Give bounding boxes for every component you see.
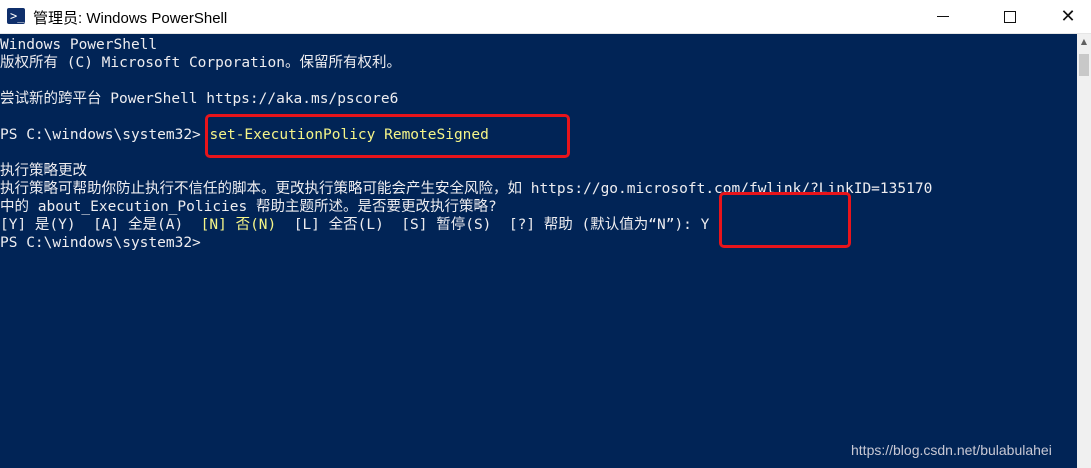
maximize-icon bbox=[1004, 10, 1016, 23]
watermark: https://blog.csdn.net/bulabulahei bbox=[851, 442, 1052, 458]
console-line: 版权所有 (C) Microsoft Corporation。保留所有权利。 bbox=[0, 55, 401, 71]
choice-no-all: [L] 全否(L) bbox=[276, 217, 402, 233]
scroll-up-icon[interactable]: ▲ bbox=[1077, 34, 1091, 48]
choice-no-default: [N] 否(N) bbox=[200, 217, 277, 233]
answer-highlight-box bbox=[719, 192, 851, 248]
choice-all: [A] 全是(A) bbox=[93, 217, 201, 233]
console-output[interactable]: Windows PowerShell 版权所有 (C) Microsoft Co… bbox=[0, 34, 1077, 468]
minimize-icon bbox=[937, 16, 949, 17]
choice-help-answer: [?] 帮助 (默认值为“N”): Y bbox=[508, 217, 710, 233]
command-highlight-box bbox=[205, 114, 570, 158]
vertical-scrollbar[interactable]: ▲ bbox=[1077, 34, 1091, 468]
choice-suspend: [S] 暂停(S) bbox=[401, 217, 509, 233]
maximize-button[interactable] bbox=[987, 0, 1033, 33]
title-bar: >_ 管理员: Windows PowerShell ✕ bbox=[0, 0, 1091, 34]
close-button[interactable]: ✕ bbox=[1045, 0, 1091, 33]
console-line: 执行策略更改 bbox=[0, 163, 87, 179]
prompt-line: PS C:\windows\system32> bbox=[0, 235, 201, 251]
console-line: Windows PowerShell bbox=[0, 37, 158, 53]
choice-line: [Y] 是(Y) [A] 全是(A) [N] 否(N) [L] 全否(L) [S… bbox=[0, 216, 709, 234]
choice-yes: [Y] 是(Y) bbox=[0, 217, 94, 233]
console-line: 尝试新的跨平台 PowerShell https://aka.ms/pscore… bbox=[0, 91, 399, 107]
close-icon: ✕ bbox=[1060, 5, 1076, 27]
minimize-button[interactable] bbox=[920, 0, 966, 33]
prompt: PS C:\windows\system32> bbox=[0, 127, 210, 143]
window-title: 管理员: Windows PowerShell bbox=[33, 10, 228, 27]
powershell-icon[interactable]: >_ bbox=[7, 8, 25, 24]
scrollbar-thumb[interactable] bbox=[1079, 54, 1089, 76]
console-line: 中的 about_Execution_Policies 帮助主题所述。是否要更改… bbox=[0, 199, 497, 215]
